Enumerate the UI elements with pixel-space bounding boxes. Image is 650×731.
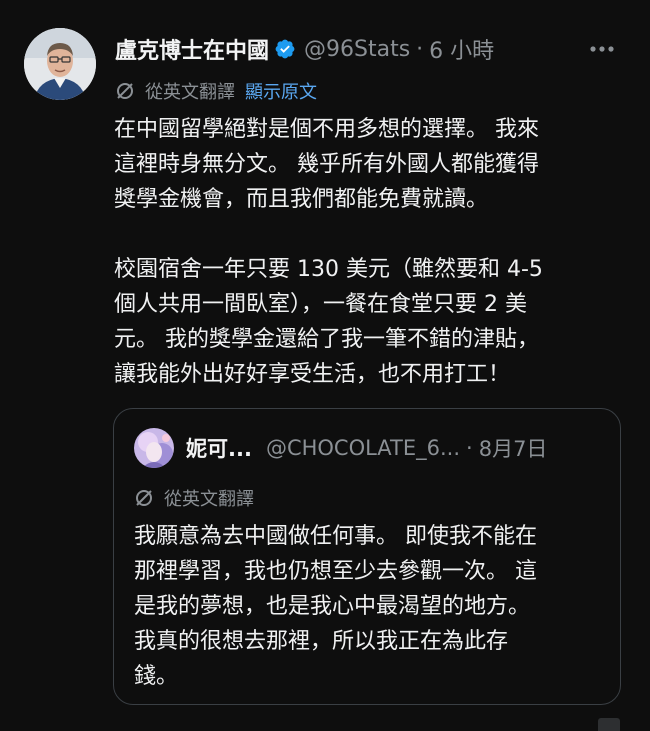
quoted-header: 妮可... @CHOCOLATE_6... · 8月7日 — [186, 431, 606, 465]
translated-from-label: 從英文翻譯 — [164, 489, 254, 510]
translated-from-label: 從英文翻譯 — [145, 82, 235, 103]
quoted-translation-bar: 從英文翻譯 — [134, 485, 254, 511]
quoted-author-handle[interactable]: @CHOCOLATE_6... — [266, 436, 460, 460]
tweet-paragraph: 校園宿舍一年只要 130 美元（雖然要和 4-5 個人共用一間臥室），一餐在食堂… — [114, 257, 543, 387]
show-original-link[interactable]: 顯示原文 — [245, 78, 317, 104]
post-time[interactable]: 6 小時 — [429, 33, 494, 65]
translate-icon — [136, 490, 152, 506]
quoted-author-name[interactable]: 妮可... — [186, 433, 252, 463]
more-options-icon — [590, 46, 614, 52]
more-options-button[interactable] — [582, 32, 622, 66]
separator-dot: · — [416, 36, 424, 62]
scroll-indicator — [598, 718, 620, 731]
author-handle[interactable]: @96Stats — [304, 37, 410, 62]
quoted-tweet-text: 我願意為去中國做任何事。 即使我不能在 那裡學習，我也仍想至少去參觀一次。 這 … — [134, 524, 537, 689]
author-name[interactable]: 盧克博士在中國 — [115, 33, 269, 65]
quoted-author-avatar[interactable] — [134, 428, 174, 468]
separator-dot: · — [466, 436, 473, 460]
translate-icon — [117, 83, 133, 99]
tweet: 盧克博士在中國 @96Stats · 6 小時 從英文翻譯 顯示原文 在中國留學… — [0, 0, 650, 731]
author-avatar[interactable] — [24, 28, 96, 100]
quoted-post-time[interactable]: 8月7日 — [479, 433, 548, 463]
tweet-paragraph: 在中國留學絕對是個不用多想的選擇。 我來 這裡時身無分文。 幾乎所有外國人都能獲… — [114, 117, 539, 212]
tweet-text: 在中國留學絕對是個不用多想的選擇。 我來 這裡時身無分文。 幾乎所有外國人都能獲… — [114, 112, 629, 392]
verified-badge-icon — [275, 39, 295, 59]
quoted-tweet[interactable]: 妮可... @CHOCOLATE_6... · 8月7日 從英文翻譯 我願意為去… — [113, 408, 621, 705]
translation-bar: 從英文翻譯 顯示原文 — [115, 78, 317, 104]
tweet-header: 盧克博士在中國 @96Stats · 6 小時 — [115, 32, 630, 66]
